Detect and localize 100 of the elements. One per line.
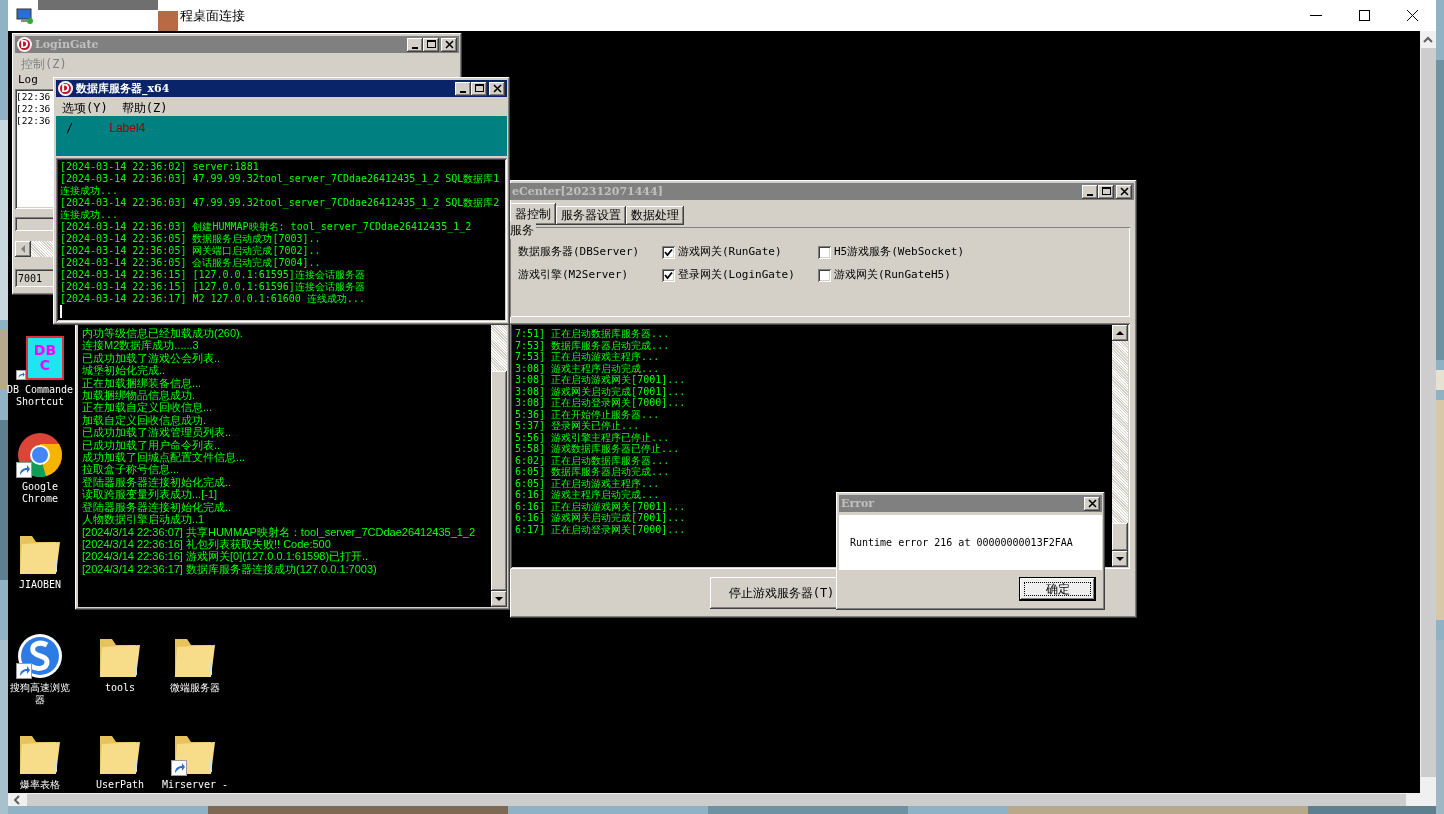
scroll-left-button[interactable] (15, 241, 31, 257)
log-line: 加载捆绑物品信息成功. (82, 389, 196, 402)
app-logo: D (58, 81, 73, 96)
tab[interactable]: 服务器设置 (556, 206, 626, 225)
close-icon (1117, 186, 1131, 197)
icon-label: 搜狗高速浏览 器 (10, 682, 70, 706)
log-line: 7:53] 正在启动游戏主程序... (515, 351, 660, 362)
log-line: 读取跨服变量列表成功...[-1] (82, 488, 218, 501)
maximize-button[interactable] (1098, 184, 1114, 199)
window-title: Error (841, 497, 876, 510)
scroll-left-icon (13, 794, 21, 805)
tab[interactable]: 数据处理 (626, 206, 684, 225)
check-icon (664, 271, 673, 280)
group-label: Log (17, 72, 39, 85)
checkbox[interactable] (818, 269, 831, 282)
close-icon (1085, 498, 1099, 509)
scroll-down-button[interactable] (491, 591, 507, 607)
log-line: [2024-03-14 22:36:15] [127.0.0.1:61596]连接会话服务器 (60, 281, 365, 293)
log-line: 已成功加载了游戏管理员列表.. (82, 426, 232, 439)
log-line: 连接M2数据库成功......3 (82, 339, 199, 352)
minimize-button[interactable] (407, 37, 423, 52)
maximize-icon (424, 39, 438, 50)
log-line: 已成功加载了用户命令列表.. (82, 438, 221, 451)
log-line: 正在加载自定义回收信息... (82, 401, 213, 414)
window-title: 程桌面连接 (180, 6, 245, 25)
window-title: eCenter[202312071444] (512, 185, 664, 198)
minimize-button[interactable] (1082, 184, 1098, 199)
close-button[interactable] (489, 81, 505, 96)
up-arrow-icon (1116, 330, 1124, 336)
minimize-icon (412, 46, 418, 49)
log-line: 成功加载了回城点配置文件信息... (82, 451, 246, 464)
log-line: 3:08] 正在启动登录网关[7000]... (515, 397, 686, 409)
service-label: H5游戏服务(WebSocket) (834, 244, 965, 261)
scroll-up-icon (1423, 36, 1433, 44)
maximize-icon (472, 83, 486, 94)
maximize-button[interactable] (471, 81, 487, 96)
close-button[interactable] (441, 37, 457, 52)
tab[interactable]: 器控制 (510, 203, 556, 225)
left-arrow-icon (19, 245, 27, 253)
log-line: 6:17] 正在启动登录网关[7000]... (515, 523, 686, 535)
log-memo: [22:36 [22:36 [22:36 (15, 89, 55, 209)
log-line: [2024-03-14 22:36:05] 网关端口启动完成[7002].. (60, 245, 321, 257)
maximize-icon (1099, 186, 1113, 197)
menu-item[interactable]: 帮助(Z) (121, 99, 168, 114)
icon-label: UserPath (95, 779, 145, 791)
service-label: 登录网关(LoginGate) (678, 267, 795, 284)
log-line: 5:36] 正在开始停止服务器... (515, 408, 660, 420)
minimize-button[interactable] (455, 81, 471, 96)
log-line: [2024-03-14 22:36:05] 会话服务启动完成[7004].. (60, 257, 321, 269)
log-line: [2024-03-14 22:36:03] 47.99.99.32tool_server_7CDdae26412435_1_2 SQL数据库2连接成功... (60, 197, 501, 221)
log-line: [2024/3/14 22:36:07] 共享HUMMAP映射名：tool_server_7CDdae26412435_1_2 (82, 525, 476, 538)
log-line: 正在加载捆绑装备信息... (82, 376, 202, 389)
ok-button[interactable]: 确定 (1020, 577, 1095, 600)
log-line: 加载自定义回收信息成功. (82, 413, 207, 427)
down-arrow-icon (495, 596, 503, 602)
scrollbar-thumb[interactable] (491, 371, 507, 591)
log-line: [2024-03-14 22:36:03] 创建HUMMAP映射名: tool_server_7CDdae26412435_1_2 (60, 221, 472, 233)
log-line: 5:37] 登录网关已停止... (515, 420, 640, 432)
checkbox[interactable] (662, 269, 675, 282)
check-icon (664, 248, 673, 257)
minimize-icon (1310, 15, 1322, 16)
service-label: 游戏网关(RunGateH5) (834, 267, 951, 284)
group-label: 服务 (510, 221, 536, 239)
log-line: 7:51] 正在启动数据库服务器... (515, 328, 670, 339)
port-field: 7001 (15, 269, 55, 287)
close-button[interactable] (1084, 496, 1100, 511)
service-label: 游戏网关(RunGate) (678, 244, 782, 261)
scroll-up-button[interactable] (1112, 325, 1128, 341)
app-logo: D (17, 37, 32, 52)
close-icon (490, 83, 504, 94)
window-title: LoginGate (35, 38, 100, 51)
log-line: [2024-03-14 22:36:05] 数据服务启动成功[7003].. (60, 233, 321, 245)
scroll-down-button[interactable] (1112, 551, 1128, 567)
icon-label: JIAOBEN (18, 579, 62, 591)
log-line: 3:08] 游戏网关启动完成[7001]... (515, 385, 686, 397)
log-line: [2024-03-14 22:36:02] server:1881 (60, 161, 259, 173)
log-line: 5:56] 游戏引擎主程序已停止... (515, 431, 670, 443)
log-line: 6:16] 正在启动游戏网关[7001]... (515, 500, 686, 512)
menu-item[interactable]: 选项(Y) (62, 99, 108, 114)
maximize-button[interactable] (423, 37, 439, 52)
log-line: [2024/3/14 22:36:16] 礼包列表获取失败!! Code:500 (82, 537, 331, 551)
service-label: 游戏引擎(M2Server) (518, 267, 629, 284)
checkbox[interactable] (662, 246, 675, 259)
scrollbar-thumb[interactable] (1112, 523, 1128, 551)
icon-label: tools (104, 682, 136, 694)
checkbox[interactable] (818, 246, 831, 259)
status-indicator: / (66, 120, 74, 137)
service-label: 数据服务器(DBServer) (518, 244, 640, 261)
log-line: 6:05] 数据库服务器启动完成... (515, 466, 670, 477)
log-line: [2024/3/14 22:36:17] 数据库服务器连接成功(127.0.0.1:7003) (82, 562, 377, 576)
log-line: 6:16] 游戏主程序启动完成... (515, 489, 660, 501)
close-button[interactable] (1116, 184, 1132, 199)
down-arrow-icon (1116, 556, 1124, 562)
icon-label: Google Chrome (21, 481, 59, 505)
log-line: 城堡初始化完成.. (82, 364, 166, 377)
close-icon (442, 39, 456, 50)
log-line: 已成功加载了游戏公会列表.. (82, 351, 221, 365)
log-line: 5:58] 游戏数据库服务器已停止... (515, 443, 680, 455)
remote-desktop-icon (16, 6, 34, 25)
error-message: Runtime error 216 at 00000000013F2FAA (839, 515, 1102, 570)
